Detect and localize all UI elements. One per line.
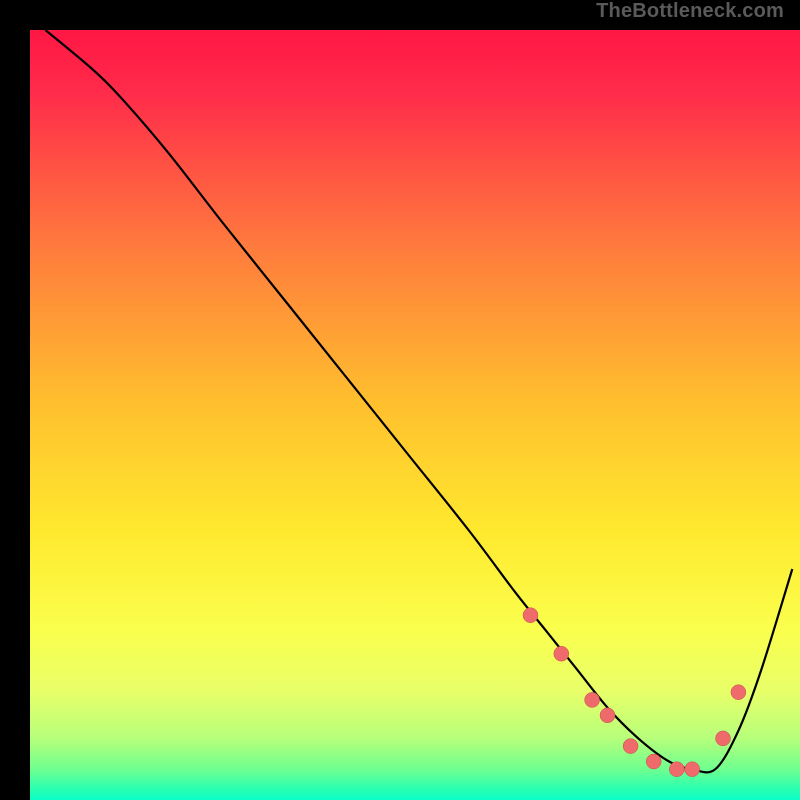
chart-canvas [30, 30, 800, 800]
marker-dot [600, 708, 615, 723]
marker-dot [585, 692, 600, 707]
marker-dot [685, 762, 700, 777]
marker-dot [731, 685, 746, 700]
marker-dot [523, 608, 538, 623]
marker-dot [554, 646, 569, 661]
marker-dot [646, 754, 661, 769]
gradient-background [30, 30, 800, 800]
marker-dot [623, 739, 638, 754]
marker-dot [669, 762, 684, 777]
chart-frame [15, 15, 785, 785]
watermark-text: TheBottleneck.com [596, 0, 784, 23]
marker-dot [716, 731, 731, 746]
